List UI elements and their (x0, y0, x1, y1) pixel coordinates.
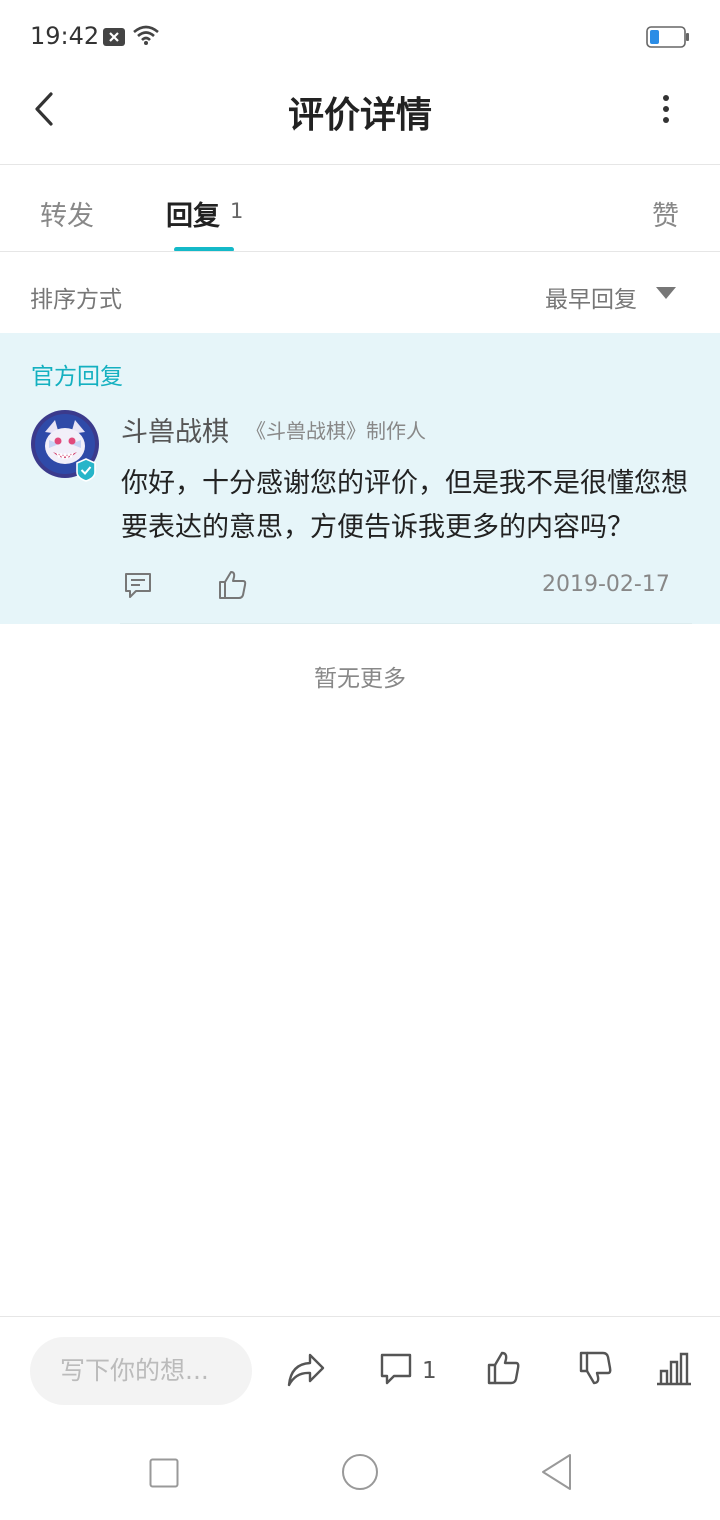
list-end-text: 暂无更多 (314, 666, 406, 692)
stats-button[interactable] (655, 1351, 693, 1387)
chevron-down-icon[interactable] (656, 287, 676, 299)
verified-badge-icon (74, 458, 98, 482)
tab-reply[interactable]: 回复 (166, 194, 220, 233)
comment-icon (380, 1353, 412, 1385)
comment-count: 1 (422, 1358, 437, 1384)
comment-input[interactable]: 写下你的想... (30, 1337, 252, 1405)
reply-text: 你好，十分感谢您的评价，但是我不是很懂您想要表达的意思，方便告诉我更多的内容吗？ (121, 468, 688, 543)
sort-dropdown[interactable]: 最早回复 (545, 280, 637, 314)
comment-icon[interactable] (122, 569, 154, 601)
tabs-divider (0, 251, 720, 252)
official-reply-label: 官方回复 (31, 364, 123, 390)
sim-icon (103, 28, 125, 46)
more-icon (663, 95, 669, 123)
nav-home-button[interactable] (341, 1453, 379, 1491)
author-name[interactable]: 斗兽战棋 (121, 410, 229, 449)
comment-button[interactable] (378, 1351, 414, 1387)
thumbs-up-icon[interactable] (217, 569, 249, 601)
share-button[interactable] (286, 1351, 326, 1389)
author-role: 《斗兽战棋》制作人 (246, 419, 426, 443)
like-button[interactable] (486, 1350, 522, 1386)
page-title: 评价详情 (287, 95, 432, 136)
tab-reply-count: 1 (230, 199, 244, 223)
nav-recent-apps-button[interactable] (149, 1458, 179, 1488)
card-divider (120, 623, 692, 624)
tab-forward[interactable]: 转发 (40, 194, 94, 233)
thumbs-up-icon (487, 1351, 520, 1385)
stats-icon (657, 1352, 691, 1386)
share-icon (287, 1353, 325, 1387)
thumbs-down-icon (579, 1351, 612, 1385)
wifi-icon (132, 24, 160, 46)
battery-icon (646, 26, 690, 48)
nav-back-button[interactable] (540, 1453, 574, 1491)
header-divider (0, 164, 720, 165)
more-button[interactable] (650, 86, 682, 132)
sort-label: 排序方式 (30, 287, 122, 313)
status-time: 19:42 (30, 22, 100, 50)
dislike-button[interactable] (578, 1350, 614, 1388)
bottom-bar-divider (0, 1316, 720, 1317)
tab-like[interactable]: 赞 (652, 194, 679, 233)
reply-date: 2019-02-17 (542, 572, 670, 597)
